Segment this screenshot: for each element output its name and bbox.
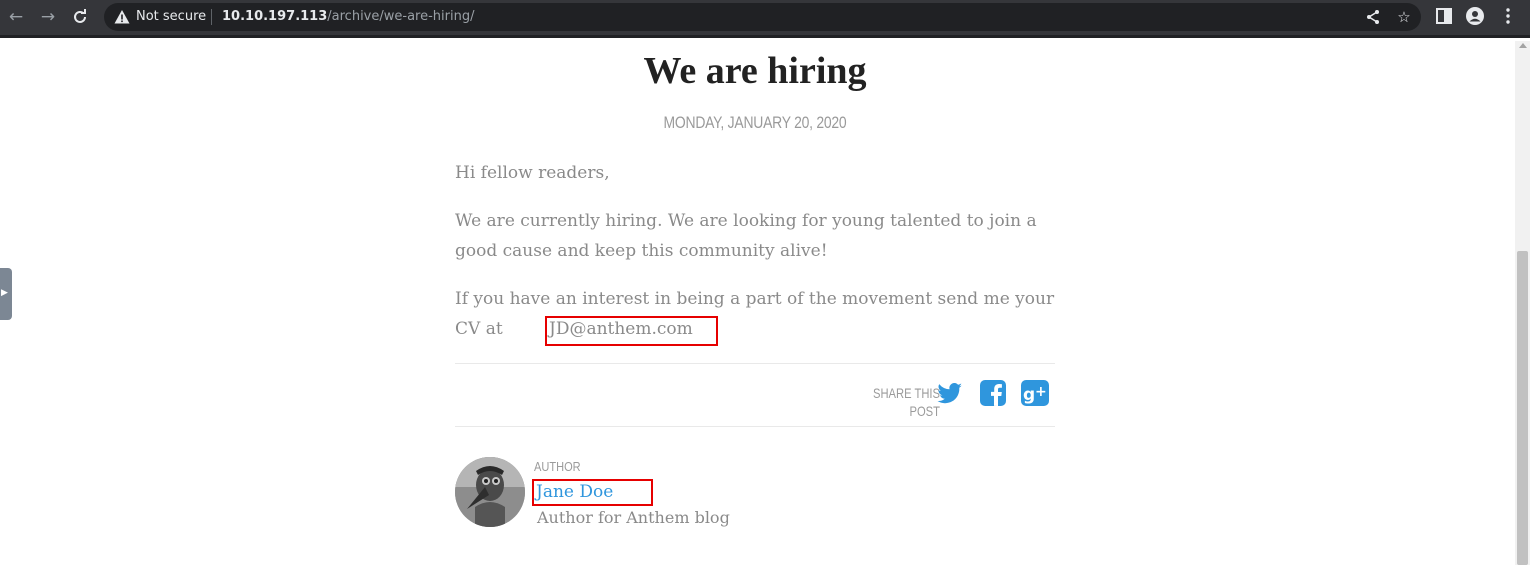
browser-toolbar: ← → Not secure 10.10.197.113/archive/we-… [0, 0, 1530, 38]
url-text[interactable]: 10.10.197.113/archive/we-are-hiring/ [222, 9, 474, 25]
forward-arrow-icon[interactable]: → [36, 6, 60, 28]
menu-icon[interactable] [1498, 6, 1518, 26]
profile-icon[interactable] [1465, 6, 1485, 26]
url-path: /archive/we-are-hiring/ [327, 9, 475, 24]
svg-text:+: + [1035, 384, 1047, 400]
divider-top [455, 363, 1055, 364]
google-plus-icon[interactable]: g + [1020, 378, 1050, 408]
omnibox-separator [211, 9, 212, 25]
post-title: We are hiring [643, 50, 867, 92]
star-icon[interactable]: ☆ [1395, 8, 1413, 26]
side-panel-icon[interactable] [1434, 6, 1454, 26]
url-host: 10.10.197.113 [222, 9, 328, 24]
side-widget-arrow-icon: ▶ [1, 288, 8, 298]
reload-icon[interactable] [68, 6, 92, 28]
author-name-link[interactable]: Jane Doe [536, 479, 613, 505]
share-label: SHARE THIS POST [872, 385, 940, 419]
back-arrow-icon[interactable]: ← [4, 6, 28, 28]
contact-email[interactable]: JD@anthem.com [549, 314, 693, 344]
scroll-thumb[interactable] [1517, 251, 1528, 565]
post-date: MONDAY, JANUARY 20, 2020 [663, 113, 847, 132]
post-paragraph-greeting: Hi fellow readers, [455, 163, 610, 183]
twitter-icon[interactable] [935, 378, 965, 408]
plague-doctor-image [455, 457, 525, 527]
share-icon[interactable] [1364, 8, 1382, 26]
scroll-up-arrow-icon[interactable] [1519, 43, 1527, 48]
divider-bottom [455, 426, 1055, 427]
author-label: AUTHOR [534, 459, 581, 474]
author-bio: Author for Anthem blog [537, 508, 730, 527]
svg-text:g: g [1023, 385, 1035, 405]
address-bar[interactable]: Not secure 10.10.197.113/archive/we-are-… [104, 3, 1421, 31]
side-toggle-widget[interactable]: ▶ [0, 268, 12, 320]
post-paragraph-hiring: We are currently hiring. We are looking … [455, 211, 1037, 261]
facebook-icon[interactable] [978, 378, 1008, 408]
security-status[interactable]: Not secure [136, 9, 206, 25]
warning-icon[interactable] [114, 9, 130, 25]
page-scrollbar[interactable] [1515, 41, 1530, 565]
author-avatar[interactable] [455, 457, 525, 527]
